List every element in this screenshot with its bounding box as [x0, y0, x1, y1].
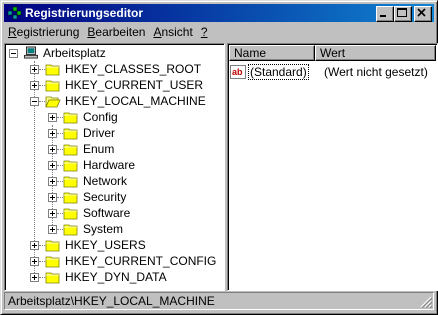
expand-toggle[interactable]: [30, 257, 39, 266]
tree-item[interactable]: HKEY_USERS: [5, 237, 223, 253]
expand-toggle[interactable]: [48, 145, 57, 154]
expand-toggle[interactable]: [30, 81, 39, 90]
resize-grip-icon[interactable]: [420, 296, 432, 308]
menu-ansicht[interactable]: Ansicht: [149, 25, 196, 39]
tree-item-label: Software: [83, 206, 131, 220]
tree-item-label: HKEY_USERS: [65, 238, 146, 252]
column-header-name[interactable]: Name: [229, 45, 315, 61]
list-header: Name Wert: [229, 45, 436, 61]
value-data: (Wert nicht gesetzt): [324, 65, 428, 79]
menu-label: earbeiten: [95, 25, 146, 39]
tree-item-label: Config: [83, 110, 118, 124]
folder-icon: [45, 63, 61, 76]
folder-icon: [63, 175, 79, 188]
tree-item[interactable]: Enum: [5, 141, 223, 157]
registry-app-icon: [7, 6, 22, 20]
folder-icon: [45, 271, 61, 284]
menu-label: egistrierung: [16, 25, 80, 39]
tree-item[interactable]: Network: [5, 173, 223, 189]
folder-icon: [63, 127, 79, 140]
tree-item[interactable]: System: [5, 221, 223, 237]
close-button[interactable]: [414, 6, 432, 22]
expand-toggle[interactable]: [48, 225, 57, 234]
tree-item-label: Driver: [83, 126, 115, 140]
tree-item-label: HKEY_DYN_DATA: [65, 270, 167, 284]
string-value-icon: ab: [230, 65, 246, 79]
menu-label: nsicht: [161, 25, 193, 39]
column-header-wert[interactable]: Wert: [315, 45, 436, 61]
title-bar[interactable]: Registrierungseditor: [4, 4, 434, 22]
folder-icon: [63, 191, 79, 204]
folder-icon: [63, 159, 79, 172]
expand-toggle[interactable]: [30, 65, 39, 74]
tree-item-label: HKEY_LOCAL_MACHINE: [65, 94, 206, 108]
minimize-button[interactable]: [376, 6, 394, 22]
expand-toggle[interactable]: [48, 177, 57, 186]
open-folder-icon: [45, 95, 61, 108]
folder-icon: [45, 239, 61, 252]
list-item[interactable]: ab (Standard) (Wert nicht gesetzt): [230, 64, 435, 80]
computer-icon: [24, 46, 38, 59]
tree-item-label: HKEY_CURRENT_CONFIG: [65, 254, 217, 268]
tree-item[interactable]: HKEY_LOCAL_MACHINE: [5, 93, 223, 109]
tree-item-label: HKEY_CLASSES_ROOT: [65, 62, 202, 76]
tree-pane[interactable]: Arbeitsplatz HKEY_CLASSES_ROOT HKEY_CURRE…: [4, 43, 225, 291]
expand-toggle[interactable]: [30, 241, 39, 250]
expand-toggle[interactable]: [48, 161, 57, 170]
status-path: Arbeitsplatz\HKEY_LOCAL_MACHINE: [8, 294, 215, 308]
folder-icon: [45, 79, 61, 92]
tree-item[interactable]: Security: [5, 189, 223, 205]
expand-toggle[interactable]: [48, 113, 57, 122]
values-pane[interactable]: Name Wert ab (Standard) (Wert nicht gese…: [227, 43, 438, 291]
window-title: Registrierungseditor: [25, 6, 144, 20]
tree-item[interactable]: Config: [5, 109, 223, 125]
expand-toggle[interactable]: [48, 193, 57, 202]
tree-item[interactable]: Hardware: [5, 157, 223, 173]
folder-icon: [63, 223, 79, 236]
tree-item[interactable]: HKEY_CURRENT_CONFIG: [5, 253, 223, 269]
folder-icon: [63, 207, 79, 220]
tree-item[interactable]: Software: [5, 205, 223, 221]
tree-item[interactable]: HKEY_DYN_DATA: [5, 269, 223, 285]
menu-accel: R: [8, 25, 17, 39]
menu-accel: ?: [200, 25, 208, 39]
expand-toggle[interactable]: [48, 209, 57, 218]
close-icon: [417, 8, 426, 17]
tree-item-label: Enum: [83, 142, 115, 156]
tree-item-label: Security: [83, 190, 127, 204]
collapse-toggle[interactable]: [9, 49, 18, 58]
minimize-icon: [380, 15, 386, 17]
menu-bearbeiten[interactable]: Bearbeiten: [83, 25, 149, 39]
maximize-icon: [397, 8, 407, 17]
maximize-button[interactable]: [394, 6, 412, 22]
tree-item-label: Arbeitsplatz: [43, 46, 106, 60]
tree-item-label: HKEY_CURRENT_USER: [65, 78, 204, 92]
folder-icon: [45, 255, 61, 268]
expand-toggle[interactable]: [30, 273, 39, 282]
folder-icon: [63, 143, 79, 156]
menu-registrierung[interactable]: Registrierung: [4, 25, 83, 39]
registry-editor-window: Registrierungseditor Registrierung Bearb…: [0, 0, 438, 315]
status-bar: Arbeitsplatz\HKEY_LOCAL_MACHINE: [4, 292, 434, 310]
tree-item-label: Network: [83, 174, 128, 188]
menu-help[interactable]: ?: [197, 25, 212, 39]
menu-bar: Registrierung Bearbeiten Ansicht ?: [4, 23, 434, 41]
tree-item[interactable]: HKEY_CURRENT_USER: [5, 77, 223, 93]
tree-item-label: Hardware: [83, 158, 136, 172]
value-name: (Standard): [248, 64, 309, 80]
tree-item-label: System: [83, 222, 124, 236]
folder-icon: [63, 111, 79, 124]
tree-item[interactable]: HKEY_CLASSES_ROOT: [5, 61, 223, 77]
tree-item[interactable]: Driver: [5, 125, 223, 141]
collapse-toggle[interactable]: [30, 97, 39, 106]
expand-toggle[interactable]: [48, 129, 57, 138]
